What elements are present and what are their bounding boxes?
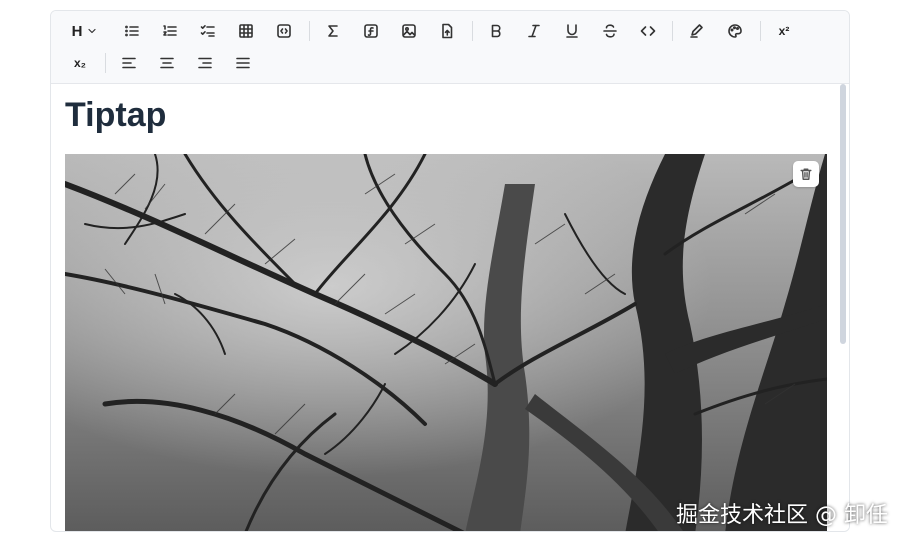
document-title[interactable]: Tiptap — [65, 96, 166, 135]
heading-label: H — [71, 22, 83, 40]
toolbar: H x² x₂ — [51, 11, 849, 84]
align-right-button[interactable] — [190, 51, 220, 75]
subscript-button[interactable]: x₂ — [65, 51, 95, 75]
tree-photo — [65, 154, 827, 531]
highlight-button[interactable] — [682, 19, 712, 43]
bold-icon — [491, 24, 501, 38]
math-button[interactable] — [318, 19, 348, 43]
heading-dropdown-button[interactable]: H — [65, 19, 105, 43]
superscript-button[interactable]: x² — [769, 19, 799, 43]
code-block-button[interactable] — [269, 19, 299, 43]
underline-button[interactable] — [557, 19, 587, 43]
editor: H x² x₂ Tiptap — [50, 10, 850, 532]
chevron-down-icon — [88, 28, 97, 34]
toolbar-separator — [309, 21, 310, 41]
palette-icon — [728, 24, 742, 38]
scrollbar[interactable] — [837, 84, 849, 531]
table-icon — [239, 24, 253, 38]
align-left-button[interactable] — [114, 51, 144, 75]
italic-icon — [528, 24, 540, 38]
strikethrough-icon — [603, 24, 617, 38]
inline-code-button[interactable] — [633, 19, 663, 43]
function-icon — [364, 24, 378, 38]
subscript-label: x₂ — [73, 56, 86, 70]
align-justify-button[interactable] — [228, 51, 258, 75]
align-right-icon — [198, 57, 212, 69]
align-justify-icon — [236, 57, 250, 69]
toolbar-separator — [672, 21, 673, 41]
file-upload-icon — [442, 23, 453, 39]
highlighter-icon — [690, 24, 703, 38]
superscript-label: x² — [778, 24, 790, 38]
bullet-list-button[interactable] — [117, 19, 147, 43]
trash-icon — [800, 168, 812, 180]
task-list-icon — [200, 25, 215, 37]
strikethrough-button[interactable] — [595, 19, 625, 43]
upload-file-button[interactable] — [432, 19, 462, 43]
task-list-button[interactable] — [193, 19, 223, 43]
delete-image-button[interactable] — [793, 161, 819, 187]
bullet-list-icon — [125, 25, 139, 37]
sigma-icon — [328, 25, 338, 37]
table-button[interactable] — [231, 19, 261, 43]
ordered-list-button[interactable] — [155, 19, 185, 43]
editor-content[interactable]: Tiptap — [51, 84, 849, 531]
ordered-list-icon — [163, 25, 177, 36]
formula-button[interactable] — [356, 19, 386, 43]
watermark: 掘金技术社区 @ 卸任 — [676, 503, 888, 528]
toolbar-separator — [472, 21, 473, 41]
scrollbar-thumb[interactable] — [840, 84, 846, 344]
toolbar-separator — [760, 21, 761, 41]
image-button[interactable] — [394, 19, 424, 43]
align-center-button[interactable] — [152, 51, 182, 75]
code-block-icon — [277, 24, 291, 38]
toolbar-separator — [105, 53, 106, 73]
inserted-image[interactable] — [65, 154, 827, 531]
bold-button[interactable] — [481, 19, 511, 43]
italic-button[interactable] — [519, 19, 549, 43]
align-center-icon — [160, 57, 174, 69]
underline-icon — [566, 24, 578, 38]
align-left-icon — [122, 57, 136, 69]
code-icon — [640, 26, 656, 36]
image-icon — [402, 24, 416, 38]
text-color-button[interactable] — [720, 19, 750, 43]
